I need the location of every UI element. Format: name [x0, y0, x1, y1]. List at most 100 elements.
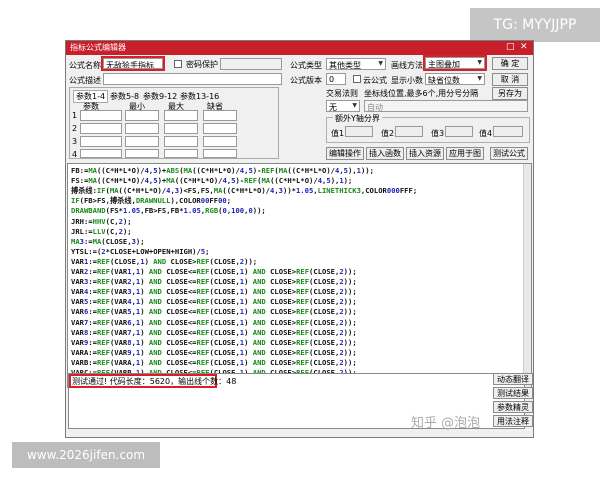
- code-line: VARA:=REF(VAR9,1) AND CLOSE<=REF(CLOSE,1…: [71, 347, 357, 357]
- code-line: YTSL:=(2*CLOSE+LOW+OPEN+HIGH)/5;: [71, 246, 210, 256]
- version-input[interactable]: 0: [326, 73, 346, 85]
- edit-operation-button[interactable]: 编辑操作: [326, 147, 364, 160]
- status-message: 测试通过! 代码长度：5620，输出线个数：48: [72, 377, 237, 386]
- code-line: MA3:=MA(CLOSE,3);: [71, 236, 145, 246]
- extra-y-axis-group: 额外Y轴分界 值1 值2 值3 值4: [326, 113, 530, 143]
- axis-value-input[interactable]: [395, 126, 423, 137]
- axis-value-label: 值2: [381, 129, 395, 138]
- param-max-cell[interactable]: [164, 149, 198, 158]
- param-name-cell[interactable]: [80, 110, 122, 121]
- close-icon[interactable]: ✕: [520, 42, 528, 52]
- param-name-cell[interactable]: [80, 123, 122, 134]
- chevron-down-icon: ▼: [477, 59, 482, 66]
- insert-function-button[interactable]: 插入函数: [366, 147, 404, 160]
- insert-resource-button[interactable]: 插入资源: [406, 147, 444, 160]
- password-label: 密码保护: [186, 60, 218, 69]
- apply-to-chart-button[interactable]: 应用于图: [446, 147, 484, 160]
- window-title: 指标公式编辑器: [70, 43, 126, 52]
- code-line: VAR4:=REF(VAR3,1) AND CLOSE<=REF(CLOSE,1…: [71, 287, 357, 297]
- code-line: VAR6:=REF(VAR5,1) AND CLOSE<=REF(CLOSE,1…: [71, 307, 357, 317]
- type-label: 公式类型: [290, 61, 322, 70]
- code-editor[interactable]: FB:=MA((C*H*L*O)/4,5)+ABS(MA((C*H*L*O)/4…: [67, 163, 532, 388]
- code-line: VAR8:=REF(VAR7,1) AND CLOSE<=REF(CLOSE,1…: [71, 327, 357, 337]
- save-as-button[interactable]: 另存为: [492, 87, 528, 100]
- params-panel: 参数1-4 参数5-8 参数9-12 参数13-16 参数 最小 最大 缺省 1…: [69, 87, 279, 159]
- param-min-cell[interactable]: [125, 123, 159, 134]
- code-line: FB:=MA((C*H*L*O)/4,5)+ABS(MA((C*H*L*O)/4…: [71, 166, 374, 175]
- param-row-index: 4: [72, 150, 78, 159]
- axis-value-label: 值3: [431, 129, 445, 138]
- password-input[interactable]: [220, 58, 282, 70]
- code-line: VAR5:=REF(VAR4,1) AND CLOSE<=REF(CLOSE,1…: [71, 297, 357, 307]
- coord-line-input[interactable]: 自动: [364, 100, 528, 112]
- cloud-label: 云公式: [363, 76, 387, 85]
- param-min-cell[interactable]: [125, 110, 159, 121]
- decimals-select[interactable]: 缺省位数 ▼: [425, 73, 485, 85]
- description-input[interactable]: [103, 73, 282, 85]
- code-line: JRH:=HHV(C,2);: [71, 216, 132, 226]
- code-line: 搏杀线:IF(MA((C*H*L*O)/4,3)<FS,FS,MA((C*H*L…: [71, 186, 418, 196]
- trade-rule-select[interactable]: 无 ▼: [326, 100, 360, 112]
- extra-y-axis-title: 额外Y轴分界: [333, 113, 382, 124]
- code-line: VAR2:=REF(VAR1,1) AND CLOSE<=REF(CLOSE,1…: [71, 267, 357, 276]
- param-min-cell[interactable]: [125, 136, 159, 147]
- axis-value-label: 值1: [331, 129, 345, 138]
- param-row-index: 1: [72, 111, 78, 120]
- formula-editor-window: 指标公式编辑器 □ ✕ 公式名称 无敌狯手指标 密码保护 公式类型 其他类型 ▼ …: [65, 40, 534, 438]
- type-select[interactable]: 其他类型 ▼: [326, 58, 386, 70]
- draw-method-label: 画线方法: [391, 61, 423, 70]
- tg-overlay-label: TG: MYYJJPP: [470, 8, 600, 42]
- param-default-cell[interactable]: [203, 149, 237, 158]
- chevron-down-icon: ▼: [352, 102, 357, 109]
- param-name-cell[interactable]: [80, 136, 122, 147]
- site-overlay-label: www.2026jifen.com: [12, 442, 160, 468]
- code-line: VAR1:=REF(CLOSE,1) AND CLOSE>REF(CLOSE,2…: [71, 256, 258, 266]
- code-line: IF(FB>FS,搏杀线,DRAWNULL),COLOR00FF00;: [71, 196, 232, 206]
- description-label: 公式描述: [69, 76, 101, 85]
- chevron-down-icon: ▼: [378, 60, 383, 67]
- code-line: VAR7:=REF(VAR6,1) AND CLOSE<=REF(CLOSE,1…: [71, 317, 357, 327]
- usage-notes-button[interactable]: 用法注释: [493, 415, 533, 427]
- param-default-cell[interactable]: [203, 110, 237, 121]
- param-default-cell[interactable]: [203, 136, 237, 147]
- ok-button[interactable]: 确 定: [492, 57, 528, 70]
- axis-value-input[interactable]: [493, 126, 523, 137]
- axis-value-label: 值4: [479, 129, 493, 138]
- code-line: VARB:=REF(VARA,1) AND CLOSE<=REF(CLOSE,1…: [71, 357, 357, 367]
- param-row-index: 2: [72, 124, 78, 133]
- code-line: VAR9:=REF(VAR8,1) AND CLOSE<=REF(CLOSE,1…: [71, 337, 357, 347]
- param-name-cell[interactable]: [80, 149, 122, 158]
- chevron-down-icon: ▼: [477, 75, 482, 82]
- dynamic-translate-button[interactable]: 动态翻译: [493, 373, 533, 385]
- axis-value-input[interactable]: [345, 126, 373, 137]
- param-wizard-button[interactable]: 参数精灵: [493, 401, 533, 413]
- param-max-cell[interactable]: [164, 110, 198, 121]
- decimals-label: 显示小数: [391, 76, 423, 85]
- param-max-cell[interactable]: [164, 123, 198, 134]
- code-line: DRAWBAND(FS*1.05,FB>FS,FB*1.05,RGB(0,100…: [71, 206, 266, 216]
- code-line: VAR3:=REF(VAR2,1) AND CLOSE<=REF(CLOSE,1…: [71, 277, 357, 287]
- trade-rule-label: 交易法则: [326, 89, 358, 98]
- param-row-index: 3: [72, 137, 78, 146]
- formula-name-input[interactable]: 无敌狯手指标: [103, 58, 163, 69]
- param-max-cell[interactable]: [164, 136, 198, 147]
- param-default-cell[interactable]: [203, 123, 237, 134]
- test-formula-button[interactable]: 测试公式: [490, 147, 528, 160]
- cloud-checkbox[interactable]: [353, 75, 361, 83]
- version-label: 公式版本: [290, 76, 322, 85]
- watermark-text: 知乎 @泡泡: [411, 416, 481, 431]
- password-checkbox[interactable]: [174, 60, 182, 68]
- axis-value-input[interactable]: [445, 126, 473, 137]
- code-line: FS:=MA((C*H*L*O)/4,5)+MA((C*H*L*O)/4,5)-…: [71, 176, 353, 186]
- cancel-button[interactable]: 取 消: [492, 73, 528, 86]
- draw-method-select[interactable]: 主图叠加 ▼: [425, 57, 485, 69]
- param-min-cell[interactable]: [125, 149, 159, 158]
- status-panel: 测试通过! 代码长度：5620，输出线个数：48 知乎 @泡泡: [68, 373, 525, 431]
- name-label: 公式名称: [69, 61, 101, 70]
- maximize-icon[interactable]: □: [506, 42, 515, 52]
- title-bar: 指标公式编辑器 □ ✕: [66, 41, 533, 55]
- test-result-button[interactable]: 测试结果: [493, 387, 533, 399]
- code-line: JRL:=LLV(C,2);: [71, 226, 132, 236]
- coord-line-label: 坐标线位置,最多6个,用分号分隔: [364, 89, 479, 98]
- vertical-scrollbar[interactable]: [523, 164, 531, 387]
